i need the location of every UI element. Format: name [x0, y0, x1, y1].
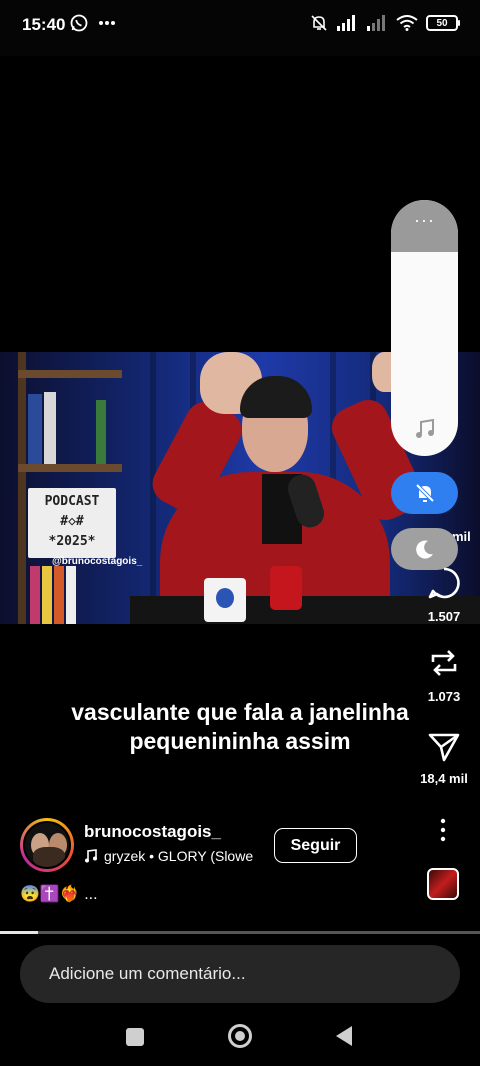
more-dots-icon: [99, 21, 115, 25]
status-bar: 15:40 50: [0, 0, 480, 56]
battery-indicator: 50: [426, 15, 460, 31]
video-caption: vasculante que fala a janelinha pequenin…: [71, 699, 409, 754]
comment-icon: [428, 567, 460, 599]
do-not-disturb-toggle[interactable]: [391, 528, 458, 570]
audio-track[interactable]: gryzek • GLORY (Slowe: [84, 848, 253, 864]
repost-icon: [431, 650, 457, 676]
bell-off-icon: [415, 483, 434, 503]
repost-action[interactable]: 1.073: [412, 646, 476, 704]
audio-track-label: gryzek • GLORY (Slowe: [104, 848, 254, 864]
follow-button[interactable]: Seguir: [274, 828, 357, 863]
whatsapp-icon: [70, 14, 88, 32]
video-progress-fill: [0, 931, 39, 934]
back-button[interactable]: [336, 1026, 352, 1046]
mug: [204, 578, 246, 622]
signal-icon: [337, 15, 355, 31]
recent-apps-button[interactable]: [126, 1028, 144, 1046]
signal-weak-icon: [367, 15, 385, 31]
comment-action[interactable]: 1.507: [412, 566, 476, 624]
music-note-icon: [85, 849, 97, 863]
volume-panel-header[interactable]: ···: [391, 200, 458, 252]
panel-dots-icon: ···: [414, 210, 435, 230]
volume-panel[interactable]: ···: [391, 200, 458, 456]
username[interactable]: brunocostagois_: [84, 822, 221, 842]
home-button[interactable]: [228, 1024, 252, 1048]
audio-thumbnail[interactable]: [427, 868, 459, 900]
more-options-icon[interactable]: [434, 818, 452, 842]
moon-icon: [415, 540, 433, 559]
wifi-icon: [396, 15, 418, 31]
caption-emojis[interactable]: 😨✝️❤️‍🔥 ...: [20, 884, 98, 904]
comment-input[interactable]: Adicione um comentário...: [20, 945, 460, 1003]
avatar[interactable]: [20, 818, 74, 872]
bell-off-icon: [311, 15, 327, 31]
mute-toggle[interactable]: [391, 472, 458, 514]
comment-placeholder: Adicione um comentário...: [49, 964, 246, 983]
podcast-sign: PODCAST #◇# *2025*: [28, 488, 116, 558]
video-progress-bar[interactable]: [0, 931, 480, 934]
status-time: 15:40: [22, 15, 66, 34]
video-handle-overlay: @brunocostagois_: [52, 556, 143, 567]
share-count: 18,4 mil: [420, 771, 468, 786]
music-note-icon[interactable]: [414, 418, 436, 440]
comment-count: 1.507: [427, 609, 461, 624]
